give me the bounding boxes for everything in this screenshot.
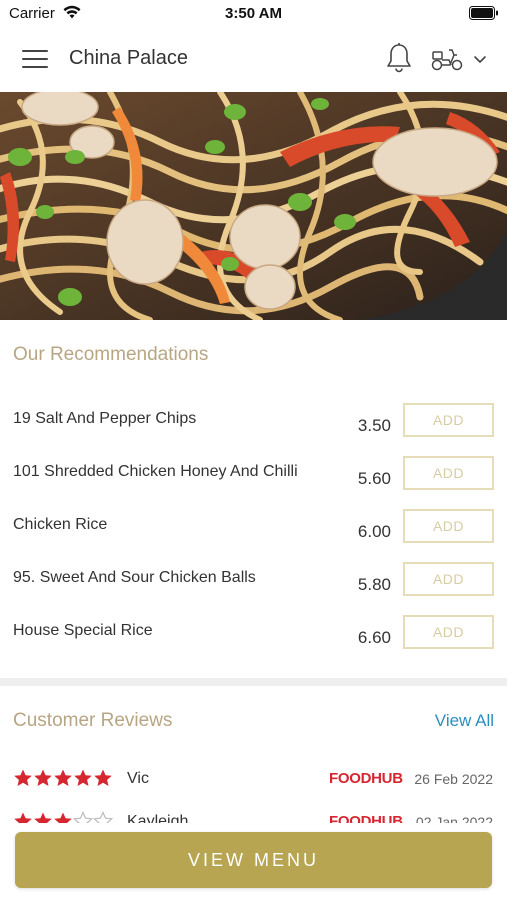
restaurant-hero-image [0, 92, 507, 320]
app-header: China Palace [0, 28, 507, 92]
star-filled-icon [54, 769, 72, 786]
battery-icon [469, 6, 498, 20]
star-filled-icon [14, 769, 32, 786]
view-all-link[interactable]: View All [435, 711, 494, 731]
add-button[interactable]: ADD [403, 403, 494, 437]
menu-icon[interactable] [22, 50, 48, 70]
review-date: 26 Feb 2022 [414, 771, 493, 787]
status-time: 3:50 AM [225, 5, 282, 22]
section-divider [0, 678, 507, 686]
item-name: Chicken Rice [13, 516, 108, 533]
item-name: 95. Sweet And Sour Chicken Balls [13, 569, 256, 586]
chevron-down-icon[interactable] [472, 52, 488, 66]
foodhub-logo: FOODHUB [329, 770, 403, 787]
item-price: 5.80 [357, 575, 391, 594]
star-filled-icon [74, 769, 92, 786]
bell-icon[interactable] [385, 42, 413, 74]
reviews-title: Customer Reviews [13, 710, 173, 731]
star-filled-icon [34, 769, 52, 786]
item-price: 5.60 [357, 469, 391, 488]
add-button[interactable]: ADD [403, 562, 494, 596]
item-price: 6.60 [357, 628, 391, 647]
item-name: 19 Salt And Pepper Chips [13, 410, 197, 427]
item-name: House Special Rice [13, 622, 153, 639]
review-item: Vic FOODHUB 26 Feb 2022 [0, 768, 507, 798]
noodles-illustration [0, 92, 507, 320]
add-button[interactable]: ADD [403, 615, 494, 649]
recommendations-title: Our Recommendations [13, 344, 209, 365]
star-rating [13, 768, 113, 790]
scooter-icon[interactable] [430, 46, 464, 72]
item-price: 3.50 [357, 416, 391, 435]
status-bar: Carrier 3:50 AM [0, 0, 507, 28]
item-name: 101 Shredded Chicken Honey And Chilli [13, 463, 298, 480]
page-title: China Palace [69, 47, 188, 69]
view-menu-button[interactable]: VIEW MENU [15, 832, 492, 888]
reviewer-name: Vic [127, 770, 149, 787]
star-filled-icon [94, 769, 112, 786]
add-button[interactable]: ADD [403, 456, 494, 490]
recommendations-section: Our Recommendations 19 Salt And Pepper C… [0, 320, 507, 678]
add-button[interactable]: ADD [403, 509, 494, 543]
item-price: 6.00 [357, 522, 391, 541]
recommendation-item: House Special Rice 6.60 ADD [0, 615, 507, 675]
